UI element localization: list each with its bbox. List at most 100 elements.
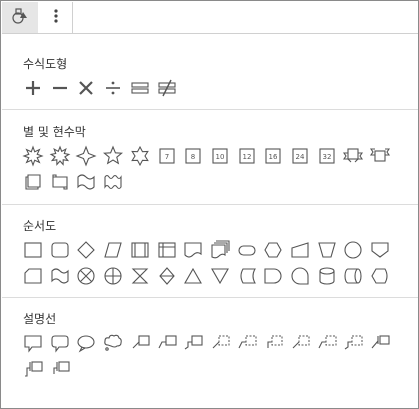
- terminator-shape-button[interactable]: [237, 240, 257, 260]
- callout-rectangle-shape-button[interactable]: [23, 333, 43, 353]
- predefined-process-shape-button[interactable]: [130, 240, 150, 260]
- multidocument-shape-button[interactable]: [210, 240, 230, 260]
- extract-shape-button[interactable]: [183, 266, 203, 286]
- double-wave-shape-button[interactable]: [103, 172, 123, 192]
- direct-access-storage-shape-button[interactable]: [343, 266, 363, 286]
- svg-text:8: 8: [191, 153, 195, 161]
- display-icon: [371, 268, 388, 284]
- ribbon-up-icon: [370, 148, 391, 162]
- star-8-shape-button[interactable]: 8: [183, 146, 203, 166]
- scroll-vertical-shape-button[interactable]: [23, 172, 43, 192]
- shapes-tab-button[interactable]: [2, 2, 38, 33]
- or-icon: [104, 267, 122, 285]
- sort-shape-button[interactable]: [157, 266, 177, 286]
- star-7-shape-button[interactable]: 7: [157, 146, 177, 166]
- line-callout-1-border-accent-shape-button[interactable]: [370, 333, 390, 353]
- plus-shape-button[interactable]: [23, 78, 43, 98]
- callout-rounded-rectangle-shape-button[interactable]: [50, 333, 70, 353]
- wave-shape-button[interactable]: [76, 172, 96, 192]
- section-title: 순서도: [23, 219, 57, 233]
- merge-shape-button[interactable]: [210, 266, 230, 286]
- merge-icon: [210, 268, 229, 285]
- star-16-shape-button[interactable]: 16: [263, 146, 283, 166]
- offpage-connector-shape-button[interactable]: [370, 240, 390, 260]
- or-shape-button[interactable]: [103, 266, 123, 286]
- display-shape-button[interactable]: [370, 266, 390, 286]
- document-shape-button[interactable]: [183, 240, 203, 260]
- line-callout-3-border-accent-shape-button[interactable]: [50, 359, 70, 379]
- summing-junction-icon: [77, 267, 95, 285]
- extract-icon: [184, 267, 203, 284]
- punched-tape-shape-button[interactable]: [50, 266, 70, 286]
- stored-data-icon: [240, 268, 256, 284]
- line-callout-1-border-accent-icon: [371, 335, 390, 349]
- delay-shape-button[interactable]: [263, 266, 283, 286]
- callout-rectangle-icon: [24, 335, 42, 353]
- not-equal-shape-button[interactable]: [157, 78, 177, 98]
- star-6-shape-button[interactable]: [130, 145, 150, 167]
- line-callout-3-no-border-shape-button[interactable]: [263, 333, 283, 353]
- callout-cloud-shape-button[interactable]: [103, 333, 123, 353]
- more-options-button[interactable]: [39, 2, 73, 33]
- line-callout-3-accent-shape-button[interactable]: [343, 333, 363, 353]
- line-callout-2-shape-button[interactable]: [157, 333, 177, 353]
- magnetic-disk-shape-button[interactable]: [317, 266, 337, 286]
- process-shape-button[interactable]: [23, 240, 43, 260]
- stored-data-shape-button[interactable]: [237, 266, 257, 286]
- minus-shape-button[interactable]: [50, 78, 70, 98]
- data-shape-button[interactable]: [103, 240, 123, 260]
- preparation-shape-button[interactable]: [263, 240, 283, 260]
- line-callout-2-border-accent-shape-button[interactable]: [23, 359, 43, 379]
- connector-shape-button[interactable]: [343, 240, 363, 260]
- star-16-icon: 16: [265, 148, 281, 164]
- sort-icon: [158, 267, 175, 285]
- double-wave-icon: [104, 174, 122, 190]
- ribbon-up-shape-button[interactable]: [370, 146, 391, 166]
- line-callout-3-shape-button[interactable]: [183, 333, 203, 353]
- collate-icon: [131, 268, 149, 284]
- line-callout-2-no-border-shape-button[interactable]: [237, 333, 257, 353]
- summing-junction-shape-button[interactable]: [76, 266, 96, 286]
- line-callout-3-border-accent-icon: [53, 361, 70, 374]
- not-equal-icon: [157, 79, 176, 97]
- multiply-shape-button[interactable]: [76, 78, 96, 98]
- alternate-process-icon: [51, 242, 69, 258]
- star-10-shape-button[interactable]: 10: [210, 146, 230, 166]
- line-callout-1-accent-icon: [292, 335, 310, 349]
- line-callout-1-accent-shape-button[interactable]: [290, 333, 310, 353]
- scroll-horizontal-shape-button[interactable]: [50, 172, 70, 192]
- callout-oval-icon: [77, 335, 95, 353]
- card-shape-button[interactable]: [23, 266, 43, 286]
- star-32-shape-button[interactable]: 32: [317, 146, 337, 166]
- line-callout-1-shape-button[interactable]: [130, 333, 150, 353]
- divide-shape-button[interactable]: [103, 78, 123, 98]
- alternate-process-shape-button[interactable]: [50, 240, 70, 260]
- ribbon-down-shape-button[interactable]: [343, 146, 364, 166]
- line-callout-2-accent-shape-button[interactable]: [317, 333, 337, 353]
- manual-operation-shape-button[interactable]: [317, 240, 337, 260]
- line-callout-2-border-accent-icon: [25, 361, 43, 377]
- sequential-access-storage-shape-button[interactable]: [290, 266, 310, 286]
- internal-storage-icon: [157, 242, 176, 258]
- line-callout-2-icon: [158, 335, 177, 349]
- star-4-shape-button[interactable]: [75, 145, 97, 167]
- star-12-shape-button[interactable]: 12: [237, 146, 257, 166]
- star-5-shape-button[interactable]: [103, 145, 124, 166]
- internal-storage-shape-button[interactable]: [157, 240, 177, 260]
- collate-shape-button[interactable]: [130, 266, 150, 286]
- callout-oval-shape-button[interactable]: [76, 333, 96, 353]
- explosion-1-shape-button[interactable]: [22, 145, 44, 167]
- decision-shape-button[interactable]: [76, 240, 96, 260]
- star-10-icon: 10: [212, 148, 228, 164]
- equal-shape-button[interactable]: [130, 78, 150, 98]
- explosion-2-shape-button[interactable]: [49, 145, 71, 166]
- equal-icon: [131, 82, 149, 94]
- star-32-icon: 32: [319, 148, 335, 164]
- data-icon: [104, 242, 122, 258]
- divide-icon: [106, 81, 121, 95]
- star-24-shape-button[interactable]: 24: [290, 146, 310, 166]
- line-callout-1-no-border-shape-button[interactable]: [210, 333, 230, 353]
- terminator-icon: [238, 245, 256, 256]
- process-icon: [24, 242, 42, 258]
- manual-input-shape-button[interactable]: [290, 240, 310, 260]
